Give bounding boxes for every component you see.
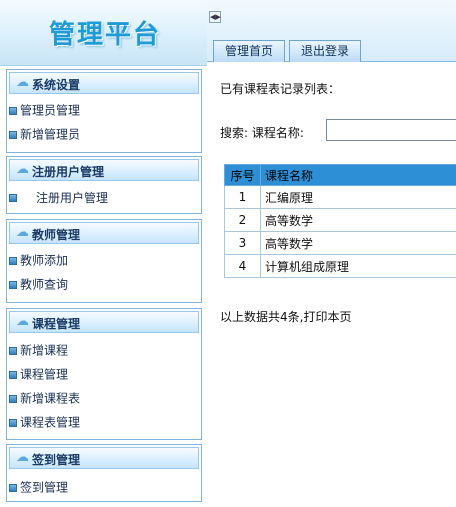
sidebar-section-teachers: ☁ 教师管理 教师添加 教师查询 [6, 219, 202, 303]
list-bullet-icon [9, 106, 17, 115]
cell-index: 4 [224, 254, 261, 278]
sidebar-item-add-teacher[interactable]: 教师添加 [9, 250, 68, 270]
table-row[interactable]: 4 计算机组成原理 [224, 254, 456, 278]
cell-index: 3 [224, 231, 261, 255]
sidebar-item-schedule-manage[interactable]: 课程表管理 [9, 412, 80, 432]
section-title: 签到管理 [32, 453, 81, 467]
sidebar-section-users: ☁ 注册用户管理 注册用户管理 [6, 156, 202, 214]
cell-course-name: 计算机组成原理 [260, 254, 456, 278]
cell-course-name: 高等数学 [260, 208, 456, 232]
section-title: 注册用户管理 [32, 165, 105, 179]
tab-logout[interactable]: 退出登录 [289, 40, 361, 62]
record-summary: 以上数据共4条,打印本页 [220, 310, 352, 324]
sidebar-header-system[interactable]: ☁ 系统设置 [9, 72, 199, 94]
sidebar-header-courses[interactable]: ☁ 课程管理 [9, 311, 199, 333]
sidebar-item-add-admin[interactable]: 新增管理员 [9, 124, 80, 144]
app-logo: 管理平台 [48, 20, 161, 50]
sidebar-section-courses: ☁ 课程管理 新增课程 课程管理 新增课程表 课程表管理 [6, 308, 202, 440]
list-bullet-icon [9, 418, 17, 427]
list-bullet-icon [9, 483, 17, 492]
list-bullet-icon [9, 256, 17, 265]
search-label: 搜索: 课程名称: [220, 126, 304, 140]
sidebar-section-system: ☁ 系统设置 管理员管理 新增管理员 [6, 69, 202, 153]
sidebar-item-admin-manage[interactable]: 管理员管理 [9, 100, 80, 120]
sidebar-section-checkin: ☁ 签到管理 签到管理 [6, 444, 202, 502]
table-row[interactable]: 2 高等数学 [224, 208, 456, 232]
tab-admin-home[interactable]: 管理首页 [213, 40, 285, 62]
cloud-icon: ☁ [16, 75, 29, 90]
cloud-icon: ☁ [16, 162, 29, 177]
sidebar-header-users[interactable]: ☁ 注册用户管理 [9, 159, 199, 181]
list-bullet-icon [9, 370, 17, 379]
table-row[interactable]: 1 汇编原理 [224, 185, 456, 209]
sidebar-item-registered-users[interactable]: 注册用户管理 [9, 187, 108, 207]
sidebar: 管理平台 ☁ 系统设置 管理员管理 新增管理员 ☁ 注册用户管理 注册用户管理 … [0, 0, 207, 507]
sidebar-item-query-teacher[interactable]: 教师查询 [9, 274, 68, 294]
sidebar-item-checkin-manage[interactable]: 签到管理 [9, 477, 68, 497]
table-header-row: 序号 课程名称 [224, 164, 456, 186]
sidebar-item-add-schedule[interactable]: 新增课程表 [9, 388, 80, 408]
section-title: 课程管理 [32, 317, 81, 331]
column-header-course-name: 课程名称 [260, 164, 456, 186]
list-bullet-icon [9, 193, 17, 202]
page-heading: 已有课程表记录列表： [220, 82, 341, 96]
cell-index: 1 [224, 185, 261, 209]
table-row[interactable]: 3 高等数学 [224, 231, 456, 255]
cloud-icon: ☁ [16, 450, 29, 465]
section-title: 教师管理 [32, 228, 81, 242]
course-name-search-input[interactable] [326, 119, 456, 141]
collapse-toggle-icon[interactable]: ◀▶ [209, 11, 221, 23]
list-bullet-icon [9, 280, 17, 289]
cloud-icon: ☁ [16, 314, 29, 329]
sidebar-header-checkin[interactable]: ☁ 签到管理 [9, 447, 199, 469]
column-header-index: 序号 [224, 164, 261, 186]
cell-index: 2 [224, 208, 261, 232]
sidebar-header-teachers[interactable]: ☁ 教师管理 [9, 222, 199, 244]
sidebar-item-course-manage[interactable]: 课程管理 [9, 364, 68, 384]
list-bullet-icon [9, 394, 17, 403]
logo-area: 管理平台 [0, 0, 207, 66]
section-title: 系统设置 [32, 78, 81, 92]
list-bullet-icon [9, 130, 17, 139]
cloud-icon: ☁ [16, 225, 29, 240]
cell-course-name: 高等数学 [260, 231, 456, 255]
cell-course-name: 汇编原理 [260, 185, 456, 209]
sidebar-item-add-course[interactable]: 新增课程 [9, 340, 68, 360]
schedule-table: 序号 课程名称 1 汇编原理 2 高等数学 3 高等数学 4 计算机组成原理 [224, 164, 456, 278]
list-bullet-icon [9, 346, 17, 355]
